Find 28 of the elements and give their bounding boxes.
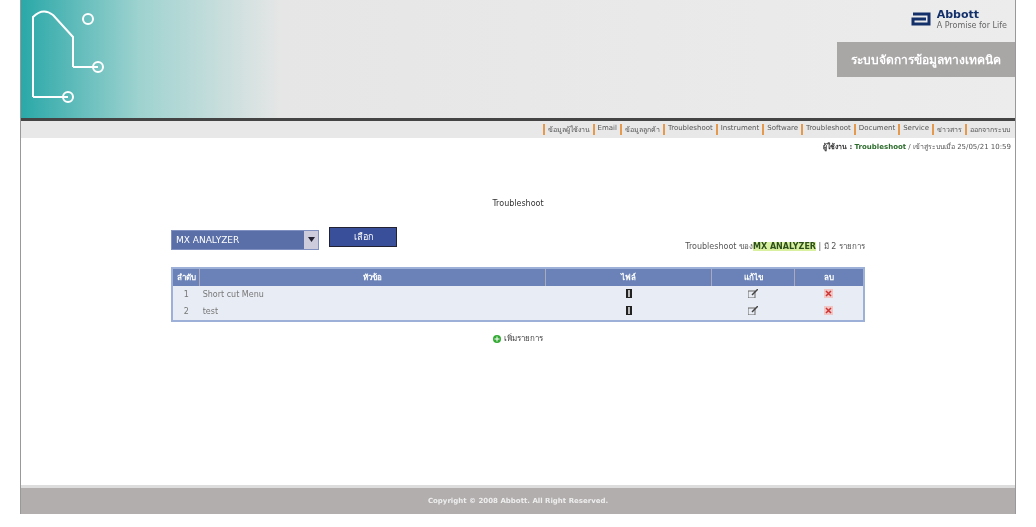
summary-text: Troubleshoot ของ [685, 242, 753, 251]
column-header: แก้ไข [711, 268, 795, 286]
topic-cell: test [199, 303, 546, 321]
instrument-dropdown[interactable]: MX ANALYZER [171, 229, 319, 250]
analyzer-name-link[interactable]: MX ANALYZER [752, 242, 817, 251]
count-text: | มี 2 รายการ [818, 242, 865, 251]
logo-text: Abbott [936, 8, 980, 21]
page-title: Troubleshoot [491, 199, 545, 208]
site-title: ระบบจัดการข้อมูลทางเทคนิค [837, 42, 1015, 77]
file-icon[interactable] [625, 306, 632, 315]
column-header: ไฟล์ [545, 268, 712, 286]
delete-icon[interactable] [824, 306, 834, 315]
topic-cell: Short cut Menu [199, 286, 546, 303]
column-header: ลำดับ [172, 268, 200, 286]
delete-icon[interactable] [824, 289, 834, 298]
logo-tagline: A Promise for Life [936, 21, 1007, 30]
file-icon[interactable] [625, 289, 632, 298]
column-header: หัวข้อ [199, 268, 546, 286]
row-number: 1 [172, 286, 200, 303]
add-item-link[interactable]: เพิ่มรายการ [504, 332, 543, 345]
caret-icon [307, 237, 315, 242]
select-button[interactable]: เลือก [329, 226, 397, 247]
abbott-logo-icon [910, 11, 933, 27]
row-number: 2 [172, 303, 200, 321]
edit-icon[interactable] [748, 289, 759, 298]
edit-icon[interactable] [748, 306, 759, 315]
column-header: ลบ [794, 268, 864, 286]
add-icon [493, 334, 501, 343]
